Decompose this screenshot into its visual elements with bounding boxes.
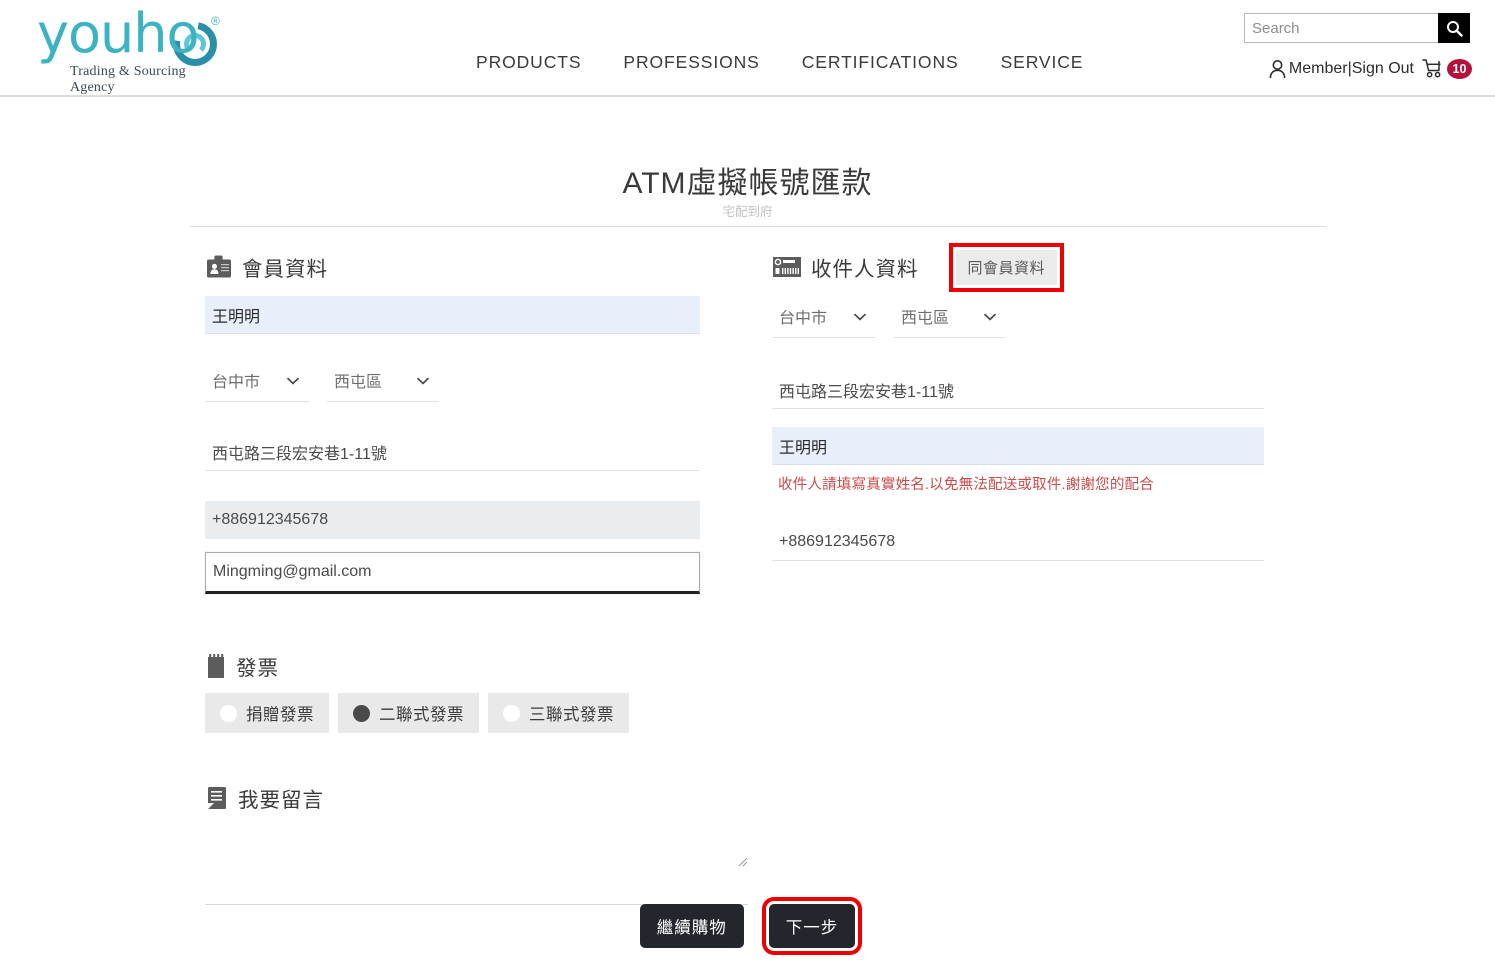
receipt-icon: [208, 654, 224, 678]
nav-item-products[interactable]: PRODUCTS: [455, 52, 602, 73]
recipient-district-select[interactable]: 西屯區: [894, 300, 1006, 338]
cart-count-badge: 10: [1447, 58, 1472, 79]
radio-icon: [503, 704, 520, 722]
invoice-option-duplicate-label: 二聯式發票: [379, 706, 464, 724]
member-name-input[interactable]: [205, 296, 700, 334]
member-phone-input[interactable]: [205, 501, 700, 539]
logo-wordmark: youho: [37, 2, 199, 65]
same-as-member-button[interactable]: 同會員資料: [948, 242, 1064, 292]
next-step-button[interactable]: 下一步: [761, 897, 863, 955]
member-section-header: 會員資料: [205, 250, 700, 284]
page-title: ATM虛擬帳號匯款: [622, 167, 873, 200]
invoice-option-donate[interactable]: 捐贈發票: [205, 693, 329, 733]
registered-trademark-icon: ®: [211, 14, 220, 28]
note-icon: [208, 787, 226, 809]
nav-item-service[interactable]: SERVICE: [980, 52, 1105, 73]
member-info-column: 會員資料 台中市 西屯區: [205, 250, 748, 905]
site-logo[interactable]: youho ® Trading & Sourcing Agency: [33, 2, 228, 95]
member-address-input[interactable]: [205, 433, 700, 471]
recipient-name-input[interactable]: [772, 427, 1264, 465]
nav-item-certifications[interactable]: CERTIFICATIONS: [781, 52, 980, 73]
invoice-option-triplicate-label: 三聯式發票: [529, 706, 614, 724]
user-icon: [1269, 59, 1286, 78]
member-city-select-wrap: 台中市: [205, 364, 309, 402]
nav-item-professions[interactable]: PROFESSIONS: [602, 52, 780, 73]
member-district-select[interactable]: 西屯區: [327, 364, 439, 402]
id-card-icon: [207, 255, 231, 278]
recipient-district-select-wrap: 西屯區: [894, 300, 1006, 338]
cart-icon: [1422, 59, 1441, 78]
parcel-icon: [773, 257, 801, 277]
logo-tagline: Trading & Sourcing Agency: [70, 64, 186, 95]
invoice-option-triplicate[interactable]: 三聯式發票: [488, 693, 629, 733]
textarea-resize-handle[interactable]: [738, 857, 748, 867]
search-icon: [1446, 20, 1463, 37]
recipient-address-input[interactable]: [772, 371, 1264, 409]
invoice-options: 捐贈發票 二聯式發票 三聯式發票: [205, 693, 700, 733]
site-header: youho ® Trading & Sourcing Agency PRODUC…: [0, 0, 1495, 97]
recipient-info-column: 收件人資料 同會員資料 台中市 西屯區 收件人請填寫真實姓名.以免無法配送或取件…: [772, 242, 1264, 561]
member-email-input[interactable]: [205, 552, 700, 594]
continue-shopping-button[interactable]: 繼續購物: [639, 904, 744, 948]
member-section-title: 會員資料: [242, 258, 328, 281]
recipient-city-select-wrap: 台中市: [772, 300, 876, 338]
radio-icon: [220, 704, 237, 722]
invoice-option-donate-label: 捐贈發票: [246, 706, 314, 724]
member-label: Member|Sign Out: [1288, 59, 1414, 77]
main-navigation: PRODUCTS PROFESSIONS CERTIFICATIONS SERV…: [455, 52, 1104, 73]
form-action-buttons: 繼續購物 下一步: [0, 897, 1495, 955]
member-signout-link[interactable]: Member|Sign Out: [1268, 59, 1414, 79]
invoice-option-duplicate[interactable]: 二聯式發票: [338, 693, 479, 733]
member-district-select-wrap: 西屯區: [327, 364, 439, 402]
search-input[interactable]: [1244, 13, 1438, 43]
radio-selected-icon: [353, 704, 370, 722]
message-textarea[interactable]: [205, 833, 748, 905]
search-button[interactable]: [1438, 13, 1470, 43]
recipient-city-select[interactable]: 台中市: [772, 300, 876, 338]
title-divider: [190, 226, 1326, 227]
invoice-section-header: 發票: [205, 649, 700, 683]
invoice-section-title: 發票: [236, 657, 279, 680]
recipient-section-header: 收件人資料 同會員資料: [772, 242, 1264, 292]
member-city-select[interactable]: 台中市: [205, 364, 309, 402]
message-section-title: 我要留言: [238, 789, 324, 812]
page-subtitle: 宅配到府: [722, 205, 773, 219]
cart-link[interactable]: 10: [1422, 58, 1472, 79]
recipient-phone-input[interactable]: [772, 523, 1264, 561]
account-area: Member|Sign Out 10: [1268, 58, 1472, 79]
recipient-name-warning: 收件人請填寫真實姓名.以免無法配送或取件.謝謝您的配合: [778, 477, 1154, 493]
search-bar: [1244, 13, 1470, 43]
recipient-section-title: 收件人資料: [811, 258, 919, 281]
message-section-header: 我要留言: [205, 781, 700, 815]
